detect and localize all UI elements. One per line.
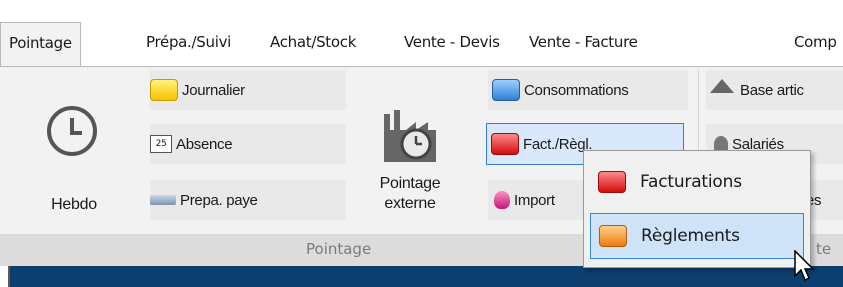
window-background-strip [0,266,843,287]
base-articles-label: Base artic [740,81,804,99]
pointage-externe-line2: externe [384,195,436,212]
factory-clock-icon [384,110,436,162]
hebdo-button[interactable]: Hebdo [14,70,134,234]
tab-prepa-suivi[interactable]: Prépa./Suivi [146,22,231,66]
menu-item-reglements[interactable]: Règlements [590,213,804,259]
house-icon [710,79,734,97]
group-label-pointage: Pointage [306,240,372,258]
tab-vente-devis[interactable]: Vente - Devis [404,22,500,66]
group-label-2: te [816,240,832,258]
menu-item-reglements-label: Règlements [641,226,740,246]
yellow-square-icon [150,79,178,101]
mouse-cursor-icon [794,250,815,282]
window-edge [0,266,10,287]
prepa-paye-button[interactable]: Prepa. paye [150,180,346,220]
flower-icon [494,191,510,209]
menu-item-facturations[interactable]: Facturations [590,159,804,205]
consommations-button[interactable]: Consommations [488,70,688,110]
tab-achat-stock[interactable]: Achat/Stock [270,22,356,66]
orange-square-icon [599,225,627,247]
consommations-label: Consommations [524,81,629,99]
import-label: Import [514,191,555,209]
red-square-icon [598,171,626,193]
fact-regl-label: Fact./Règl. [523,135,593,153]
prepa-paye-label: Prepa. paye [180,191,258,209]
base-articles-button[interactable]: Base artic [706,70,843,110]
absence-label: Absence [176,135,233,153]
pointage-externe-button[interactable]: Pointage externe [350,70,470,234]
blue-square-icon [492,79,520,101]
journalier-button[interactable]: Journalier [150,70,346,110]
tab-pointage[interactable]: Pointage [0,22,81,68]
clock-icon [47,106,97,156]
journalier-label: Journalier [182,81,245,99]
fact-regl-dropdown-menu: Facturations Règlements [583,150,811,268]
menu-item-facturations-label: Facturations [640,172,742,192]
tab-comp[interactable]: Comp [794,22,837,66]
absence-button[interactable]: 25 Absence [150,124,346,164]
calendar-icon: 25 [150,135,172,153]
pointage-externe-line1: Pointage [379,175,441,192]
pointage-externe-label: Pointage externe [350,174,470,214]
ribbon-tab-bar: Pointage Prépa./Suivi Achat/Stock Vente … [0,0,843,68]
hebdo-label: Hebdo [51,196,97,213]
red-square-icon [491,133,519,155]
tab-vente-facture[interactable]: Vente - Facture [529,22,638,66]
payroll-icon [150,195,176,205]
